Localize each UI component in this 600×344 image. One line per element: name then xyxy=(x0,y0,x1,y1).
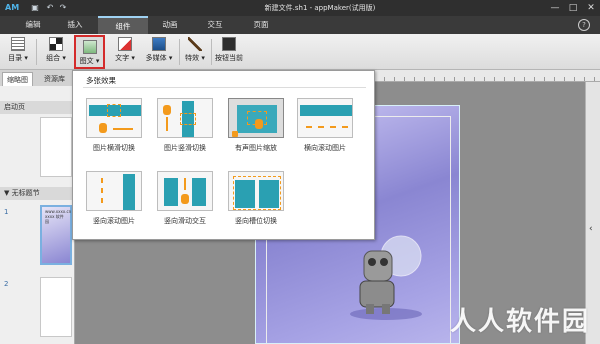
ribbon-toolbar: 目录 ▾ 组合 ▾ 图文 ▾ 文字 ▾ 多媒体 ▾ 特效 ▾ 按钮当前 xyxy=(0,34,600,70)
section-header-untitled[interactable]: ▼ 无标题节 xyxy=(0,187,75,200)
toolbar-divider xyxy=(179,39,180,65)
vertical-slide-icon xyxy=(157,98,213,138)
effect-label: 竖向滚动图片 xyxy=(93,217,135,225)
vertical-interaction-icon xyxy=(157,171,213,211)
image-text-icon xyxy=(82,40,97,54)
maximize-button[interactable]: □ xyxy=(566,2,580,14)
effect-vertical-scroll[interactable]: 竖向滚动图片 xyxy=(86,171,142,226)
toc-button[interactable]: 目录 ▾ xyxy=(6,37,30,67)
divider xyxy=(83,87,366,88)
tab-interaction[interactable]: 交互 xyxy=(190,16,240,34)
left-panel: 缩略图 资源库 启动页 ▼ 无标题节 1 www.xxxx.cn xxxx 软件… xyxy=(0,70,75,344)
tab-animation[interactable]: 动画 xyxy=(145,16,195,34)
ribbon-tabs: 编辑 插入 组件 动画 交互 页面 ? xyxy=(0,16,600,34)
effect-label: 竖向滑动交互 xyxy=(164,217,206,225)
text-icon xyxy=(118,37,132,51)
multimedia-button[interactable]: 多媒体 ▾ xyxy=(142,37,176,67)
chevron-left-icon[interactable]: ‹ xyxy=(589,224,593,234)
help-icon[interactable]: ? xyxy=(578,19,590,31)
tab-resources[interactable]: 资源库 xyxy=(40,72,69,86)
horizontal-slide-icon xyxy=(86,98,142,138)
effect-label: 图片竖滑切换 xyxy=(164,144,206,152)
undo-icon[interactable]: ↶ xyxy=(45,3,55,13)
magic-wand-icon xyxy=(188,37,202,51)
effects-label: 特效 ▾ xyxy=(185,54,205,62)
dropdown-title: 多张效果 xyxy=(86,76,116,85)
close-button[interactable]: ✕ xyxy=(584,2,598,14)
toolbar-divider xyxy=(36,39,37,65)
effect-horizontal-slide[interactable]: 图片横滑切换 xyxy=(86,98,142,153)
image-text-label: 图文 ▾ xyxy=(79,57,100,65)
window-title: 新建文件.sh1 - appMaker(试用版) xyxy=(264,4,376,12)
minimize-button[interactable]: — xyxy=(548,2,562,14)
multimedia-label: 多媒体 ▾ xyxy=(145,54,173,62)
horizontal-scroll-icon xyxy=(297,98,353,138)
effect-sound-zoom[interactable]: 有声图片缩放 xyxy=(228,98,284,153)
page-thumbnail-1[interactable]: www.xxxx.cn xxxx 软件园 xyxy=(40,205,72,265)
toolbar-divider xyxy=(211,39,212,65)
title-bar: AM ▣ ↶ ↷ 新建文件.sh1 - appMaker(试用版) — □ ✕ xyxy=(0,0,600,16)
group-button[interactable]: 组合 ▾ xyxy=(41,37,71,67)
app-logo: AM xyxy=(5,3,20,12)
tab-component[interactable]: 组件 xyxy=(98,16,148,34)
page-thumbnail-2[interactable] xyxy=(40,277,72,337)
toc-label: 目录 ▾ xyxy=(8,54,28,62)
effect-vertical-slide[interactable]: 图片竖滑切换 xyxy=(157,98,213,153)
effect-horizontal-scroll[interactable]: 横向滚动图片 xyxy=(297,98,353,153)
button-icon xyxy=(222,37,236,51)
effect-label: 竖向槽位切换 xyxy=(235,217,277,225)
effects-dropdown: 多张效果 图片横滑切换 图片竖滑切换 有声图片缩放 横向滚动图片 竖向滚动图片 … xyxy=(72,70,375,240)
page-number: 2 xyxy=(4,280,9,288)
section-header-startup[interactable]: 启动页 xyxy=(0,101,75,114)
effect-vertical-interaction[interactable]: 竖向滑动交互 xyxy=(157,171,213,226)
text-label: 文字 ▾ xyxy=(115,54,135,62)
vertical-scroll-icon xyxy=(86,171,142,211)
effects-button[interactable]: 特效 ▾ xyxy=(182,37,208,67)
save-icon[interactable]: ▣ xyxy=(30,3,40,13)
media-icon xyxy=(152,37,166,51)
current-button-button[interactable]: 按钮当前 xyxy=(213,37,245,67)
text-button[interactable]: 文字 ▾ xyxy=(111,37,139,67)
robot-figure xyxy=(350,235,422,320)
startup-thumbnail[interactable] xyxy=(40,117,72,177)
left-panel-tabs: 缩略图 资源库 xyxy=(0,70,74,86)
tab-insert[interactable]: 插入 xyxy=(50,16,100,34)
group-label: 组合 ▾ xyxy=(46,54,66,62)
effect-label: 有声图片缩放 xyxy=(235,144,277,152)
tab-page[interactable]: 页面 xyxy=(236,16,286,34)
tab-thumbnails[interactable]: 缩略图 xyxy=(2,72,33,86)
list-icon xyxy=(11,37,25,51)
watermark-text: 人人软件园 xyxy=(449,307,590,337)
vertical-slot-icon xyxy=(228,171,284,211)
page-number: 1 xyxy=(4,208,9,216)
grid-icon xyxy=(49,37,63,51)
effect-label: 横向滚动图片 xyxy=(304,144,346,152)
effect-label: 图片横滑切换 xyxy=(93,144,135,152)
image-text-button[interactable]: 图文 ▾ xyxy=(74,35,105,69)
effect-vertical-slot[interactable]: 竖向槽位切换 xyxy=(228,171,284,226)
thumbnail-text: www.xxxx.cn xxxx 软件园 xyxy=(45,209,72,224)
sound-zoom-icon xyxy=(228,98,284,138)
current-button-label: 按钮当前 xyxy=(215,54,243,62)
redo-icon[interactable]: ↷ xyxy=(58,3,68,13)
